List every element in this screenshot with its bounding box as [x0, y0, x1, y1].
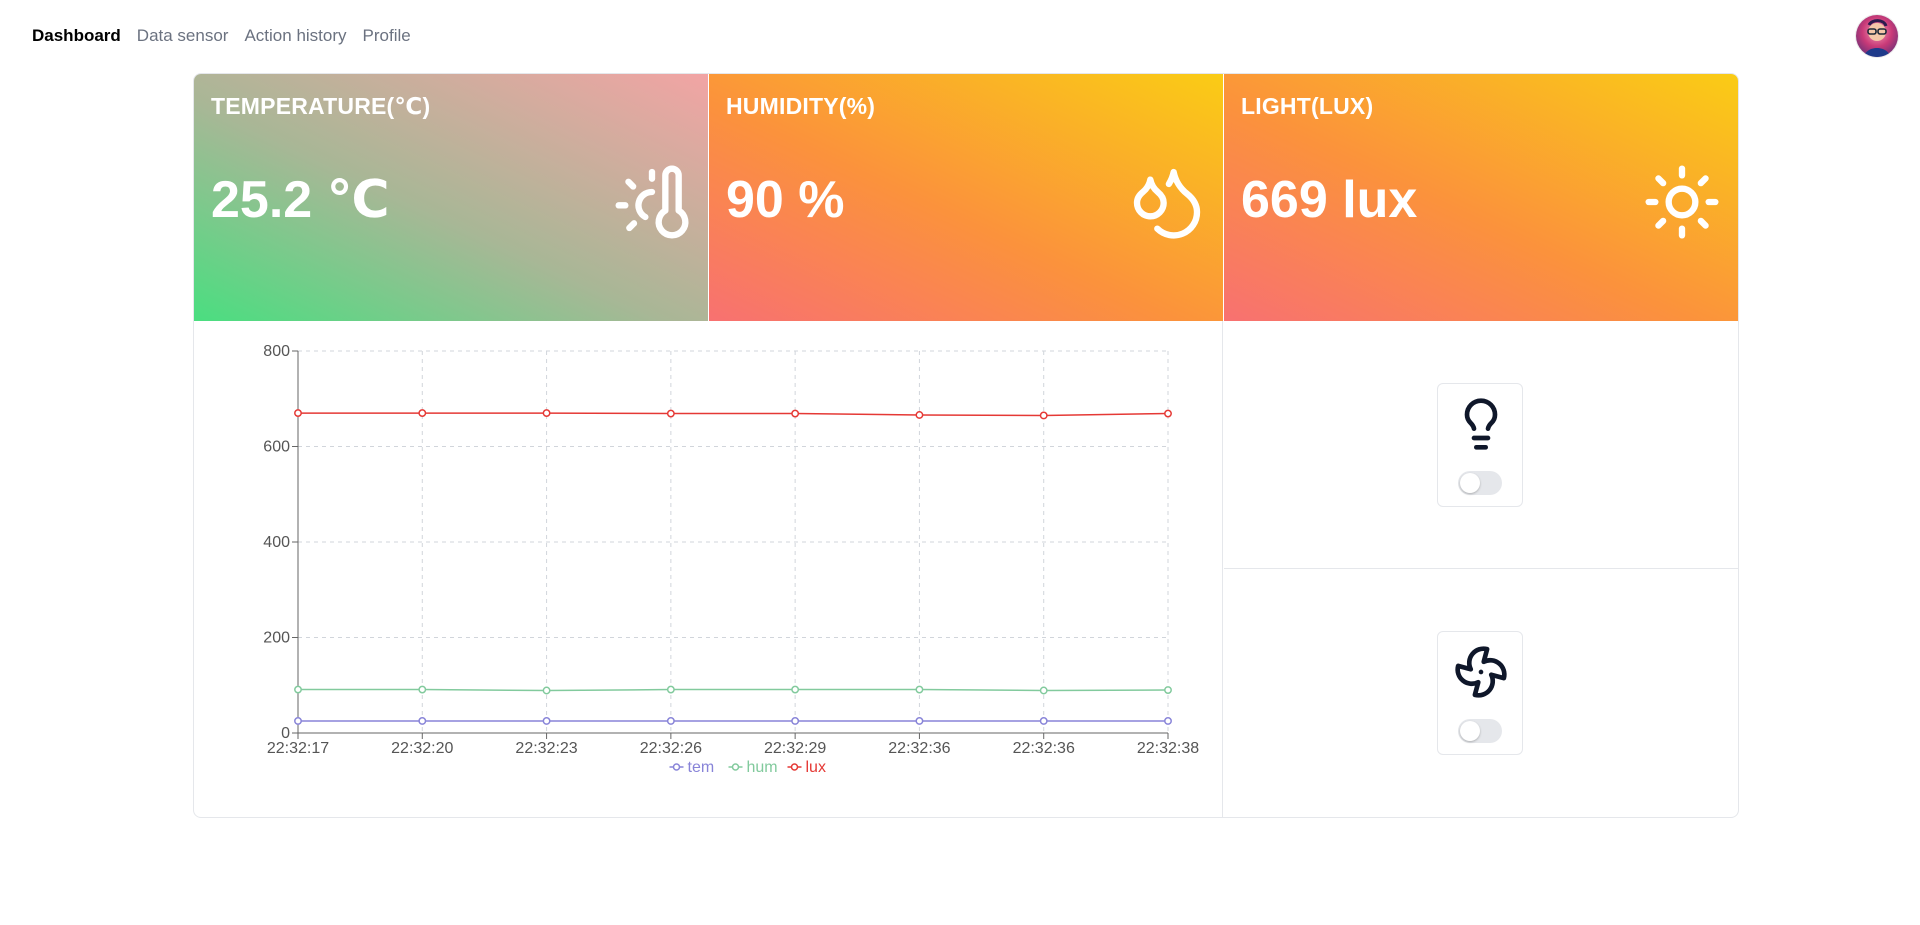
nav-action-history[interactable]: Action history — [244, 26, 346, 46]
legend-marker-lux — [790, 763, 799, 771]
fan-control-box — [1437, 631, 1523, 755]
data-point-hum — [791, 685, 800, 694]
legend-label-hum: hum — [747, 759, 778, 776]
chart-grid — [298, 350, 1169, 733]
fan-toggle-knob — [1460, 721, 1480, 741]
x-tick-label: 22:32:36 — [888, 740, 950, 757]
humidity-value: 90 % — [726, 171, 845, 229]
temperature-card: TEMPERATURE(℃) 25.2 ℃ — [194, 74, 708, 321]
data-point-lux — [542, 409, 551, 418]
data-point-hum — [542, 686, 551, 695]
y-tick-label: 800 — [263, 343, 290, 360]
x-tick-label: 22:32:36 — [1013, 740, 1075, 757]
y-tick-label: 600 — [263, 439, 290, 456]
fan-control-panel — [1224, 569, 1738, 817]
light-toggle-switch[interactable] — [1458, 471, 1502, 495]
data-point-hum — [418, 685, 427, 694]
chart-axes: 020040060080022:32:17 22:32:20 22:32:23 22:… — [263, 343, 1199, 757]
data-point-hum — [666, 685, 675, 694]
data-point-hum — [294, 685, 302, 694]
series-line-lux — [298, 412, 1169, 417]
x-tick-label: 22:32:17 — [267, 740, 329, 757]
legend-label-tem: tem — [688, 759, 715, 776]
light-control-panel — [1224, 321, 1738, 569]
x-tick-label: 22:32:23 — [515, 740, 577, 757]
x-tick-label: 22:32:38 — [1137, 740, 1199, 757]
nav-dashboard[interactable]: Dashboard — [32, 26, 121, 46]
nav-profile[interactable]: Profile — [363, 26, 411, 46]
avatar[interactable] — [1856, 15, 1898, 57]
temperature-value: 25.2 ℃ — [211, 171, 390, 229]
nav-data-sensor[interactable]: Data sensor — [137, 26, 229, 46]
data-point-tem — [1039, 717, 1048, 725]
thermometer-sun-icon — [615, 165, 689, 239]
data-point-lux — [1039, 411, 1048, 420]
data-point-tem — [294, 717, 302, 725]
data-point-lux — [294, 409, 302, 418]
data-point-hum — [1164, 686, 1172, 694]
y-tick-label: 400 — [263, 534, 290, 551]
data-point-lux — [1164, 409, 1172, 418]
light-value: 669 lux — [1241, 171, 1418, 229]
lightbulb-icon — [1464, 398, 1498, 450]
data-point-lux — [915, 411, 924, 419]
data-point-tem — [791, 717, 800, 725]
humidity-card: HUMIDITY(%) 90 % — [709, 74, 1223, 321]
temperature-title: TEMPERATURE(℃) — [211, 93, 431, 119]
data-point-lux — [666, 409, 675, 418]
legend-label-lux: lux — [806, 759, 826, 776]
data-point-tem — [915, 717, 924, 725]
x-tick-label: 22:32:20 — [391, 740, 453, 757]
sensor-chart-panel: 0 200 400 600 800 22:32:17 22:32:20 22:32:23 22:… — [194, 321, 1223, 817]
data-point-tem — [418, 717, 427, 725]
data-point-lux — [791, 409, 800, 418]
data-point-tem — [542, 717, 551, 725]
top-nav: Dashboard Data sensor Action history Pro… — [0, 0, 1920, 72]
humidity-title: HUMIDITY(%) — [726, 93, 876, 119]
x-tick-label: 22:32:29 — [764, 740, 826, 757]
fan-icon — [1455, 646, 1507, 698]
nav-links: Dashboard Data sensor Action history Pro… — [32, 26, 411, 46]
data-point-hum — [1039, 686, 1048, 695]
chart-legend: tem hum lux — [669, 759, 826, 776]
x-tick-label: 22:32:26 — [640, 740, 702, 757]
light-card: LIGHT(LUX) 669 lux — [1224, 74, 1738, 321]
sensor-line-chart: 020040060080022:32:17 22:32:20 22:32:23 22:… — [263, 343, 1199, 776]
legend-marker-tem — [672, 763, 681, 771]
droplets-icon — [1133, 168, 1201, 239]
light-title: LIGHT(LUX) — [1241, 93, 1374, 119]
fan-toggle-switch[interactable] — [1458, 719, 1502, 743]
light-toggle-knob — [1460, 473, 1480, 493]
data-point-tem — [1164, 717, 1172, 725]
dashboard-container: TEMPERATURE(℃) 25.2 ℃ HUMIDITY(%) 90 % L… — [193, 73, 1739, 818]
data-point-hum — [915, 685, 924, 694]
sun-icon — [1645, 165, 1719, 239]
data-point-tem — [666, 717, 675, 725]
legend-marker-hum — [731, 763, 740, 771]
light-control-box — [1437, 383, 1523, 507]
avatar-image — [1864, 19, 1890, 57]
y-tick-label: 200 — [263, 630, 290, 647]
series-line-hum — [298, 688, 1169, 692]
chart-series — [294, 409, 1172, 725]
data-point-lux — [418, 409, 427, 418]
